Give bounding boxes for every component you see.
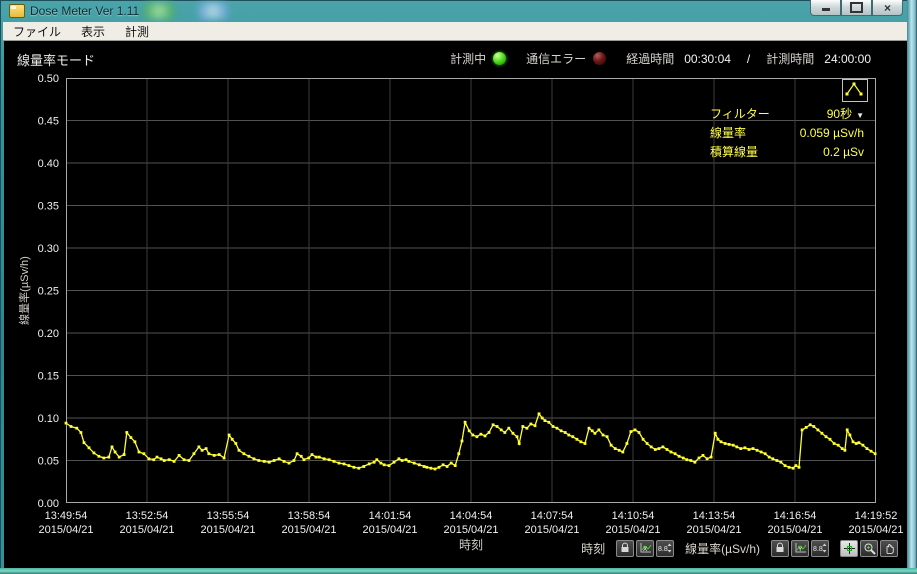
- x-lock-button[interactable]: [616, 539, 635, 557]
- crosshair-icon: [843, 542, 855, 554]
- y-scale-legend: Y 8.8: [771, 539, 829, 557]
- autoscale-y-icon: Y: [795, 543, 806, 553]
- maximize-icon: [850, 2, 863, 13]
- svg-text:0.10: 0.10: [38, 413, 59, 425]
- toolbar-time-label: 時刻: [581, 541, 606, 556]
- svg-text:2015/04/21: 2015/04/21: [38, 524, 93, 536]
- toolbar-rate-label: 線量率(µSv/h): [685, 541, 760, 556]
- window-title: Dose Meter Ver 1.11: [30, 4, 140, 18]
- svg-text:0.15: 0.15: [38, 371, 59, 383]
- svg-text:2015/04/21: 2015/04/21: [443, 524, 498, 536]
- desktop-reflection: [142, 2, 176, 20]
- svg-text:0.00: 0.00: [38, 498, 59, 510]
- plot-legend-icon[interactable]: [842, 79, 868, 102]
- svg-text:0.20: 0.20: [38, 328, 59, 340]
- y-lock-button[interactable]: [771, 539, 789, 557]
- menubar: ファイル 表示 計測: [3, 22, 907, 41]
- svg-text:2015/04/21: 2015/04/21: [119, 524, 174, 536]
- svg-text:Y: Y: [798, 546, 803, 553]
- window-border-bottom: [0, 568, 917, 574]
- svg-text:0.35: 0.35: [38, 201, 59, 213]
- zoom-tool-button[interactable]: [860, 539, 878, 557]
- filter-value[interactable]: 90秒 ▼: [827, 105, 872, 122]
- svg-text:2015/04/21: 2015/04/21: [686, 524, 741, 536]
- svg-text:0.50: 0.50: [38, 73, 59, 85]
- svg-text:2015/04/21: 2015/04/21: [524, 524, 579, 536]
- svg-text:14:07:54: 14:07:54: [531, 510, 574, 522]
- close-icon: ×: [883, 0, 891, 15]
- info-panel: フィルター 90秒 ▼ 線量率 0.059 µSv/h 積算線量 0.2 µSv: [710, 104, 872, 161]
- dose-rate-label: 線量率: [710, 126, 747, 140]
- svg-text:2015/04/21: 2015/04/21: [767, 524, 822, 536]
- hand-icon: [886, 543, 894, 554]
- svg-text:X: X: [643, 546, 648, 553]
- svg-text:14:01:54: 14:01:54: [369, 510, 412, 522]
- menu-item-file[interactable]: ファイル: [3, 22, 71, 41]
- x-scale-legend: X 8.8: [616, 539, 675, 557]
- menu-item-measure[interactable]: 計測: [115, 22, 159, 41]
- titlebar[interactable]: Dose Meter Ver 1.11 ×: [0, 0, 917, 22]
- svg-text:13:52:54: 13:52:54: [126, 510, 169, 522]
- accumulated-dose-value: 0.2 µSv: [823, 144, 864, 159]
- filter-label: フィルター: [710, 107, 770, 121]
- maximize-button[interactable]: [841, 0, 872, 16]
- format-x-icon: 8.8: [658, 543, 672, 553]
- svg-text:0.40: 0.40: [38, 158, 59, 170]
- svg-text:14:10:54: 14:10:54: [612, 510, 655, 522]
- svg-text:2015/04/21: 2015/04/21: [848, 524, 903, 536]
- app-window: Dose Meter Ver 1.11 × ファイル 表示 計測 線量率モード …: [0, 0, 917, 574]
- svg-text:0.25: 0.25: [38, 286, 59, 298]
- minimize-icon: [821, 8, 830, 11]
- autoscale-x-icon: X: [640, 543, 651, 553]
- svg-text:14:13:54: 14:13:54: [693, 510, 736, 522]
- svg-text:2015/04/21: 2015/04/21: [362, 524, 417, 536]
- magnifier-icon: [864, 543, 876, 555]
- svg-text:0.45: 0.45: [38, 116, 59, 128]
- client-area: 線量率モード 計測中 通信エラー 経過時間 00:30:04 / 計測時間 24…: [4, 41, 907, 568]
- graph-palette: [840, 539, 898, 557]
- svg-text:2015/04/21: 2015/04/21: [605, 524, 660, 536]
- svg-text:0.05: 0.05: [38, 456, 59, 468]
- y-autoscale-button[interactable]: Y: [791, 539, 809, 557]
- svg-text:14:19:52: 14:19:52: [855, 510, 898, 522]
- close-button[interactable]: ×: [872, 0, 903, 16]
- menu-item-view[interactable]: 表示: [71, 22, 115, 41]
- svg-text:8.8: 8.8: [658, 546, 668, 553]
- minimize-button[interactable]: [810, 0, 841, 16]
- format-y-icon: 8.8: [813, 543, 826, 553]
- svg-text:0.30: 0.30: [38, 243, 59, 255]
- svg-text:13:49:54: 13:49:54: [45, 510, 88, 522]
- svg-text:14:16:54: 14:16:54: [774, 510, 817, 522]
- dose-rate-value: 0.059 µSv/h: [799, 125, 864, 140]
- x-autoscale-button[interactable]: X: [636, 539, 655, 557]
- svg-text:14:04:54: 14:04:54: [450, 510, 493, 522]
- svg-text:2015/04/21: 2015/04/21: [200, 524, 255, 536]
- chevron-down-icon[interactable]: ▼: [856, 111, 864, 120]
- svg-text:2015/04/21: 2015/04/21: [281, 524, 336, 536]
- lock-icon: [776, 542, 784, 552]
- svg-text:8.8: 8.8: [813, 546, 823, 553]
- svg-text:13:58:54: 13:58:54: [288, 510, 331, 522]
- x-format-button[interactable]: 8.8: [656, 539, 675, 557]
- svg-text:線量率(µSv/h): 線量率(µSv/h): [17, 256, 31, 325]
- desktop-reflection: [196, 2, 230, 20]
- pan-tool-button[interactable]: [880, 539, 898, 557]
- window-border-right: [907, 0, 917, 574]
- cursor-tool-button[interactable]: [840, 539, 858, 557]
- svg-text:13:55:54: 13:55:54: [207, 510, 250, 522]
- graph-toolbar: 時刻 X 8.8 線量率(µSv/h) Y 8.8: [4, 537, 907, 559]
- app-icon: [9, 4, 25, 18]
- accumulated-dose-label: 積算線量: [710, 145, 759, 159]
- y-format-button[interactable]: 8.8: [811, 539, 829, 557]
- lock-icon: [621, 542, 629, 552]
